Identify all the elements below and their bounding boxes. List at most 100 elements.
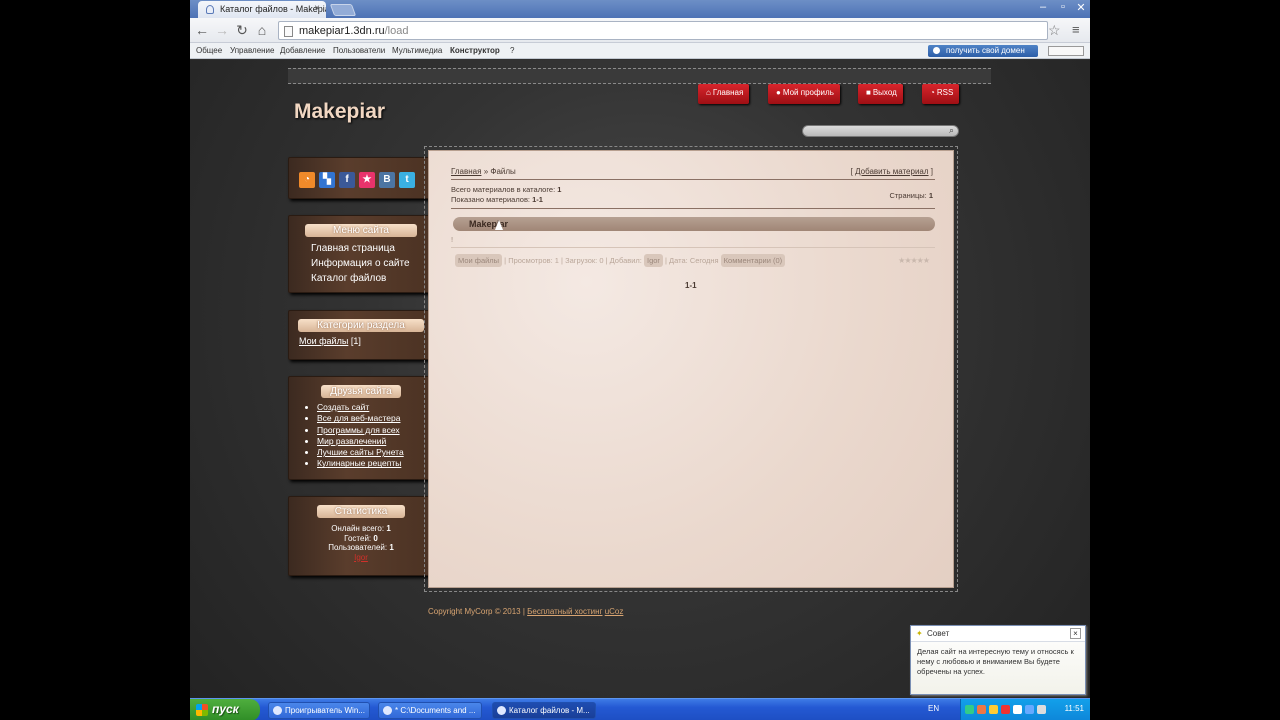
nav-profile-label: Мой профиль — [782, 88, 834, 97]
lock-icon: ■ — [866, 88, 871, 97]
facebook-icon[interactable]: f — [339, 172, 355, 188]
menu-item-about[interactable]: Информация о сайте — [289, 256, 433, 271]
menu-item-catalog[interactable]: Каталог файлов — [289, 271, 433, 286]
add-material-link[interactable]: Добавить материал — [855, 167, 928, 176]
tray-app-icon[interactable] — [1025, 705, 1034, 714]
bookmark-icon[interactable]: ★ — [359, 172, 375, 188]
mouse-cursor-icon — [495, 220, 503, 230]
back-icon[interactable]: ← — [194, 22, 210, 38]
language-indicator[interactable]: EN — [928, 704, 939, 713]
stat-users: Пользователей: 1 — [289, 543, 433, 553]
rating-stars-icon[interactable]: ★★★★★ — [898, 256, 930, 265]
start-label: пуск — [212, 702, 239, 716]
ucoz-menu-management[interactable]: Управление — [230, 46, 274, 55]
new-tab-button[interactable] — [329, 4, 357, 16]
close-window-icon[interactable]: ✕ — [1070, 1, 1090, 14]
task-label: * C:\Documents and ... — [395, 706, 476, 715]
vk-icon[interactable]: B — [379, 172, 395, 188]
start-button[interactable]: пуск — [190, 699, 260, 720]
entry-added-by-label: | Добавил: — [605, 256, 642, 265]
friend-link[interactable]: Все для веб-мастера — [317, 413, 433, 424]
task-label: Каталог файлов - M... — [509, 706, 590, 715]
entry-views: | Просмотров: 1 — [504, 256, 559, 265]
hosting-link[interactable]: Бесплатный хостинг — [527, 607, 602, 616]
delicious-icon[interactable]: ▚ — [319, 172, 335, 188]
ucoz-panel-toggle[interactable] — [1048, 46, 1084, 56]
nav-home-button[interactable]: ⌂ Главная — [698, 84, 750, 104]
taskbar-item-chrome[interactable]: Каталог файлов - M... — [492, 702, 596, 719]
taskbar-item-media-player[interactable]: Проигрыватель Win... — [268, 702, 370, 719]
category-count: [1] — [350, 336, 361, 346]
tray-app-icon[interactable] — [1013, 705, 1022, 714]
add-material-link-wrapper: [ Добавить материал ] — [850, 167, 933, 176]
shown-label: Показано материалов: — [451, 195, 531, 204]
pages-info: Страницы: 1 — [889, 191, 933, 200]
volume-icon[interactable] — [1037, 705, 1046, 714]
friends-title: Друзья сайта — [321, 385, 401, 398]
browser-tab[interactable]: Каталог файлов - Makepiar × — [198, 1, 326, 18]
nav-rss-label: RSS — [936, 88, 954, 97]
entry-category-link[interactable]: Мои файлы — [455, 254, 503, 267]
friend-link[interactable]: Лучшие сайты Рунета — [317, 447, 433, 458]
online-user-link[interactable]: Igor — [289, 553, 433, 563]
total-materials: Всего материалов в каталоге: 1 — [451, 185, 561, 194]
category-row: Мои файлы [1] — [289, 336, 433, 346]
entry-comments-link[interactable]: Комментарии (0) — [720, 254, 786, 267]
tray-app-icon[interactable] — [1001, 705, 1010, 714]
ucoz-menu-add[interactable]: Добавление — [280, 46, 325, 55]
nav-profile-button[interactable]: ● Мой профиль — [768, 84, 840, 104]
pages-value[interactable]: 1 — [929, 191, 933, 200]
entry-text: ! — [451, 235, 454, 244]
document-icon — [383, 706, 392, 715]
home-icon[interactable]: ⌂ — [254, 22, 270, 38]
nav-rss-button[interactable]: ◔ RSS — [922, 84, 960, 104]
ucoz-link[interactable]: uCoz — [605, 607, 624, 616]
nav-logout-button[interactable]: ■ Выход — [858, 84, 903, 104]
chrome-icon — [497, 706, 506, 715]
ucoz-menu-users[interactable]: Пользователи — [333, 46, 385, 55]
close-tab-icon[interactable]: × — [314, 3, 320, 14]
search-icon[interactable]: ⌕ — [949, 125, 954, 136]
close-icon[interactable]: × — [1070, 628, 1081, 639]
friend-link[interactable]: Мир развлечений — [317, 436, 433, 447]
categories-block: Категории раздела Мои файлы [1] — [288, 309, 439, 361]
friend-link[interactable]: Программы для всех — [317, 425, 433, 436]
bookmark-star-icon[interactable]: ☆ — [1048, 22, 1061, 39]
search-input[interactable]: ⌕ — [802, 125, 959, 137]
reload-icon[interactable]: ↻ — [234, 22, 250, 39]
ucoz-menu-multimedia[interactable]: Мультимедиа — [392, 46, 442, 55]
tray-app-icon[interactable] — [965, 705, 974, 714]
friend-link[interactable]: Создать сайт — [317, 402, 433, 413]
statistics-block: Статистика Онлайн всего: 1 Гостей: 0 Пол… — [288, 495, 439, 577]
footer: Copyright MyCorp © 2013 | Бесплатный хос… — [428, 607, 624, 616]
address-bar[interactable]: makepiar1.3dn.ru/load — [278, 21, 1048, 40]
ucoz-menu-help[interactable]: ? — [510, 46, 514, 55]
ucoz-menu-constructor[interactable]: Конструктор — [450, 46, 500, 55]
taskbar-item-explorer[interactable]: * C:\Documents and ... — [378, 702, 482, 719]
category-link[interactable]: Мои файлы — [299, 336, 348, 346]
browser-tab-title: Каталог файлов - Makepiar — [220, 4, 326, 14]
friend-link[interactable]: Кулинарные рецепты — [317, 458, 433, 469]
rss-icon[interactable]: ◔ — [299, 172, 315, 188]
browser-toolbar: ← → ↻ ⌂ makepiar1.3dn.ru/load ☆ ≡ — [190, 18, 1090, 43]
globe-icon — [933, 47, 940, 54]
menu-item-home[interactable]: Главная страница — [289, 241, 433, 256]
entry-title-bar[interactable]: Makepiar — [453, 217, 935, 231]
minimize-icon[interactable]: – — [1032, 1, 1054, 13]
page-icon — [284, 26, 293, 37]
ucoz-menu-general[interactable]: Общее — [196, 46, 222, 55]
forward-icon[interactable]: → — [214, 22, 230, 38]
nav-logout-label: Выход — [872, 88, 897, 97]
entry-author-link[interactable]: Igor — [643, 254, 663, 267]
divider — [451, 179, 935, 180]
chrome-menu-icon[interactable]: ≡ — [1072, 22, 1080, 37]
twitter-icon[interactable]: t — [399, 172, 415, 188]
tray-app-icon[interactable] — [977, 705, 986, 714]
site-logo[interactable]: Makepiar — [294, 100, 385, 124]
breadcrumb-home[interactable]: Главная — [451, 167, 481, 176]
get-domain-button[interactable]: получить свой домен — [928, 45, 1038, 57]
tip-text: Делая сайт на интересную тему и относясь… — [917, 647, 1074, 676]
windows-logo-icon — [196, 704, 208, 716]
categories-title: Категории раздела — [298, 319, 424, 332]
tray-app-icon[interactable] — [989, 705, 998, 714]
